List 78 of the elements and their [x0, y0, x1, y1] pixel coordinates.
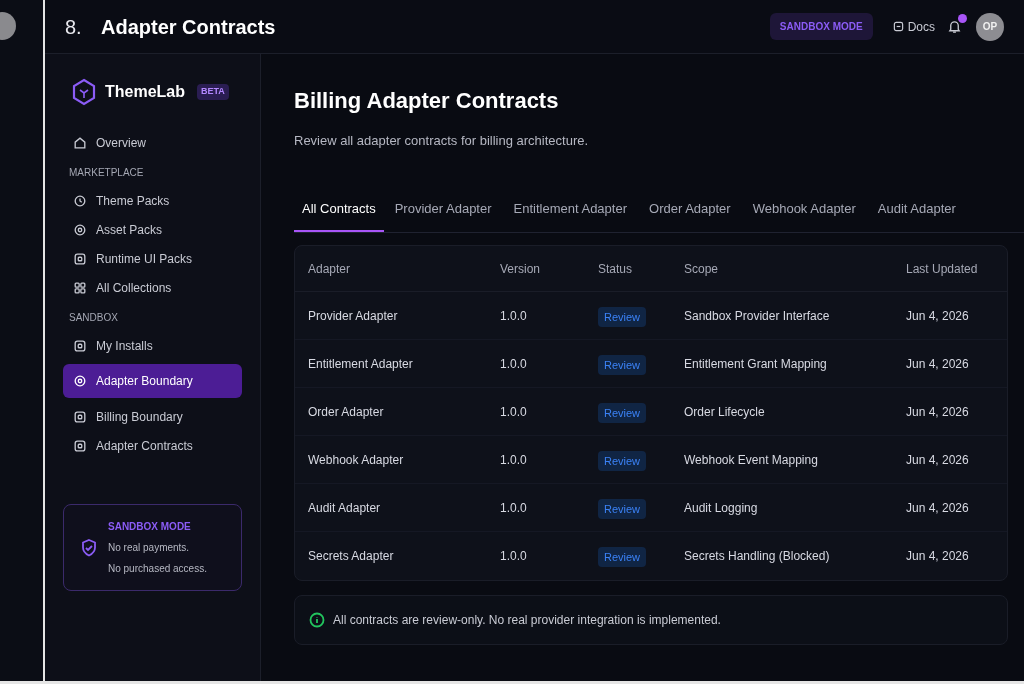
tab[interactable]: Webhook Adapter	[741, 198, 867, 232]
document-icon	[892, 21, 904, 32]
tab[interactable]: Provider Adapter	[383, 198, 503, 232]
table-cell-text: 1.0.0	[500, 548, 528, 565]
page-title: Adapter Contracts	[101, 14, 276, 40]
grid-icon	[73, 280, 87, 295]
table-cell-text: Jun 4, 2026	[906, 499, 970, 517]
table-cell-text: Secrets Handling (Blocked)	[684, 548, 831, 565]
section-heading: SANDBOX	[68, 311, 119, 325]
mode-badge: SANDBOX MODE	[769, 13, 873, 40]
column-header: Adapter	[308, 260, 352, 278]
nav-item[interactable]: Billing Boundary	[63, 402, 242, 431]
table-cell-text: Sandbox Provider Interface	[684, 307, 831, 325]
clock-icon	[73, 193, 87, 208]
circle-icon	[73, 374, 87, 388]
column-header: Last Updated	[906, 260, 979, 278]
nav-item[interactable]: All Collections	[63, 273, 242, 302]
table-cell-text: 1.0.0	[500, 451, 528, 469]
status-badge: Review	[598, 354, 647, 375]
status-badge: Review	[598, 498, 647, 519]
column-header: Status	[598, 260, 634, 278]
circle-icon	[73, 222, 87, 237]
table-cell-text: Order Lifecycle	[684, 403, 766, 421]
table-cell-text: 1.0.0	[500, 355, 528, 373]
beta-badge: BETA	[197, 84, 229, 100]
nav-item[interactable]: Runtime UI Packs	[63, 244, 242, 273]
notice-title: SANDBOX MODE	[108, 520, 192, 534]
table-cell-text: Provider Adapter	[308, 307, 399, 325]
notice-text: No purchased access.	[108, 562, 207, 576]
tab[interactable]: Entitlement Adapter	[502, 198, 638, 232]
table-cell-text: Jun 4, 2026	[906, 548, 970, 565]
square-icon	[73, 338, 87, 353]
nav-item[interactable]: Overview	[63, 128, 242, 157]
info-icon	[309, 612, 325, 628]
column-header: Scope	[684, 260, 720, 278]
tab[interactable]: Order Adapter	[638, 198, 742, 232]
column-header: Version	[500, 260, 542, 278]
table-cell-text: Jun 4, 2026	[906, 307, 970, 325]
table-cell-text: 1.0.0	[500, 307, 528, 325]
tab[interactable]: All Contracts	[294, 198, 384, 232]
status-badge: Review	[598, 402, 647, 423]
section-heading: MARKETPLACE	[68, 166, 145, 180]
notice-text: No real payments.	[108, 541, 191, 555]
table-cell-text: Entitlement Adapter	[308, 355, 414, 373]
square-icon	[73, 438, 87, 453]
square-icon	[73, 409, 87, 424]
step-number: 8.	[65, 14, 83, 40]
status-badge: Review	[598, 450, 647, 471]
table-cell-text: Order Adapter	[308, 403, 385, 421]
content-title: Billing Adapter Contracts	[294, 87, 560, 115]
table-cell-text: Webhook Event Mapping	[684, 451, 819, 469]
nav-item[interactable]: Adapter Contracts	[63, 431, 242, 460]
home-icon	[73, 135, 87, 150]
table-cell-text: Entitlement Grant Mapping	[684, 355, 828, 373]
table-cell-text: 1.0.0	[500, 499, 528, 517]
status-badge: Review	[598, 547, 647, 567]
brand-name: ThemeLab	[105, 82, 185, 102]
shield-icon	[80, 537, 98, 558]
square-icon	[73, 251, 87, 266]
table-cell-text: Audit Adapter	[308, 499, 382, 517]
tab[interactable]: Audit Adapter	[866, 198, 967, 232]
info-text: All contracts are review-only. No real provider integration is implemented.	[333, 612, 721, 629]
nav-item[interactable]: Theme Packs	[63, 186, 242, 215]
table-cell-text: 1.0.0	[500, 403, 528, 421]
docs-link[interactable]: Docs	[892, 17, 935, 36]
table-cell-text: Webhook Adapter	[308, 451, 405, 469]
logo-icon	[71, 78, 97, 106]
nav-item[interactable]: Adapter Boundary	[63, 364, 242, 398]
table-cell-text: Jun 4, 2026	[906, 355, 970, 373]
table-cell-text: Jun 4, 2026	[906, 403, 970, 421]
table-cell-text: Jun 4, 2026	[906, 451, 970, 469]
table-cell-text: Secrets Adapter	[308, 548, 395, 565]
status-badge: Review	[598, 306, 647, 327]
nav-item[interactable]: My Installs	[63, 331, 242, 360]
bell-icon	[947, 19, 962, 34]
nav-item[interactable]: Asset Packs	[63, 215, 242, 244]
table-cell-text: Audit Logging	[684, 499, 759, 517]
content-subtitle: Review all adapter contracts for billing architecture.	[294, 132, 590, 150]
